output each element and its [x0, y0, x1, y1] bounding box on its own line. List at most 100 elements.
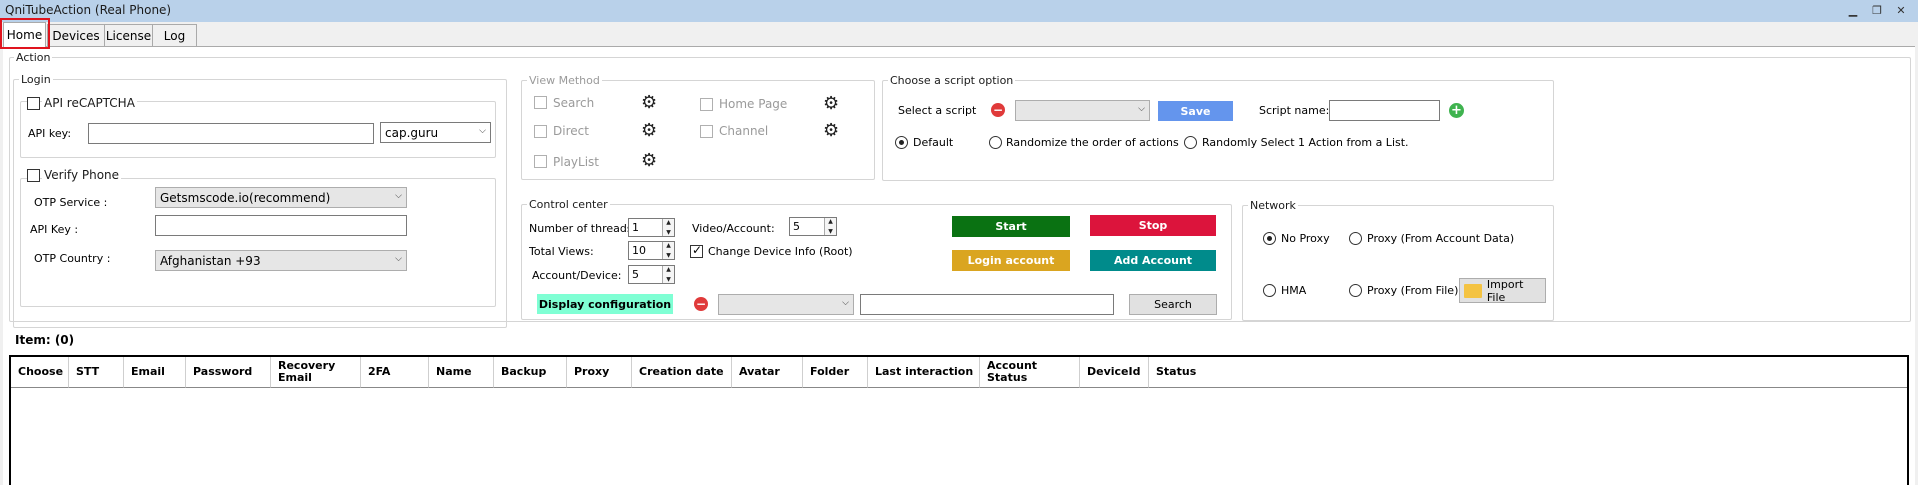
login-label: Login — [19, 73, 53, 86]
api-key-label: API key: — [28, 127, 72, 140]
account-device-spinner[interactable]: 5 ▲ ▼ — [628, 265, 675, 284]
search-method-label: Search — [553, 96, 595, 110]
otp-country-value: Afghanistan +93 — [160, 253, 261, 268]
control-center-label: Control center — [527, 198, 610, 211]
spinner-arrows-icon[interactable]: ▲ ▼ — [824, 218, 836, 235]
direct-checkbox[interactable] — [534, 125, 547, 138]
randomize-radio[interactable] — [989, 136, 1002, 149]
captcha-checkbox[interactable] — [27, 97, 40, 110]
verify-phone-label: Verify Phone — [42, 168, 122, 182]
video-account-label: Video/Account: — [692, 222, 775, 235]
chevron-down-icon: ⌵ — [479, 126, 486, 136]
column-header[interactable]: DeviceId — [1080, 357, 1149, 388]
default-label: Default — [913, 136, 954, 149]
spinner-arrows-icon[interactable]: ▲ ▼ — [662, 266, 674, 283]
change-device-checkbox[interactable] — [690, 243, 703, 258]
column-header[interactable]: Folder — [803, 357, 868, 388]
video-account-value: 5 — [793, 220, 800, 233]
otp-country-select[interactable]: Afghanistan +93 ⌵ — [155, 250, 407, 271]
folder-icon — [1464, 283, 1482, 298]
column-header[interactable]: Last interaction — [868, 357, 980, 388]
chevron-down-icon: ⌵ — [395, 191, 402, 201]
start-button[interactable]: Start — [952, 216, 1070, 237]
video-account-spinner[interactable]: 5 ▲ ▼ — [789, 217, 837, 236]
title-bar: QniTubeAction (Real Phone) ▁ ❐ ✕ — [0, 0, 1918, 22]
accounts-table[interactable]: Choose STT Email Password Recovery Email… — [9, 355, 1909, 485]
column-header[interactable]: Password — [186, 357, 271, 388]
stop-button[interactable]: Stop — [1090, 215, 1216, 236]
display-configuration-button[interactable]: Display configuration — [537, 294, 673, 314]
channel-checkbox[interactable] — [700, 125, 713, 138]
filter-select[interactable]: ⌵ — [718, 294, 854, 315]
login-account-button[interactable]: Login account — [952, 250, 1070, 271]
spinner-arrows-icon[interactable]: ▲ ▼ — [662, 242, 674, 259]
gear-icon[interactable]: ⚙ — [641, 122, 657, 140]
script-group — [882, 80, 1554, 181]
captcha-provider-value: cap.guru — [385, 125, 439, 140]
column-header[interactable]: Creation date — [632, 357, 732, 388]
home-page-checkbox[interactable] — [700, 98, 713, 111]
network-group — [1242, 205, 1554, 321]
remove-script-icon[interactable]: − — [991, 103, 1005, 117]
column-header[interactable]: Status — [1149, 357, 1907, 388]
captcha-label: API reCAPTCHA — [42, 96, 137, 110]
column-header[interactable]: Proxy — [567, 357, 632, 388]
no-proxy-radio[interactable] — [1263, 232, 1276, 245]
gear-icon[interactable]: ⚙ — [641, 152, 657, 170]
restore-icon[interactable]: ❐ — [1866, 2, 1888, 18]
search-button[interactable]: Search — [1129, 294, 1217, 315]
otp-service-value: Getsmscode.io(recommend) — [160, 190, 331, 205]
total-views-label: Total Views: — [529, 245, 594, 258]
add-script-icon[interactable]: + — [1449, 103, 1464, 118]
highlight-box — [0, 18, 50, 49]
proxy-account-radio[interactable] — [1349, 232, 1362, 245]
search-checkbox[interactable] — [534, 96, 547, 109]
otp-api-key-input[interactable] — [155, 215, 407, 236]
gear-icon[interactable]: ⚙ — [641, 94, 657, 112]
otp-service-select[interactable]: Getsmscode.io(recommend) ⌵ — [155, 187, 407, 208]
script-name-input[interactable] — [1329, 100, 1440, 121]
tab-license[interactable]: License — [104, 24, 153, 46]
verify-phone-checkbox[interactable] — [27, 169, 40, 182]
captcha-provider-select[interactable]: cap.guru ⌵ — [380, 122, 491, 143]
default-radio[interactable] — [895, 136, 908, 149]
proxy-file-label: Proxy (From File) — [1367, 284, 1459, 297]
threads-value: 1 — [632, 221, 639, 234]
api-key-input[interactable] — [88, 123, 374, 144]
column-header[interactable]: Email — [124, 357, 186, 388]
proxy-account-label: Proxy (From Account Data) — [1367, 232, 1515, 245]
column-header[interactable]: Account Status — [980, 357, 1080, 388]
otp-country-label: OTP Country : — [34, 252, 111, 265]
playlist-checkbox[interactable] — [534, 155, 547, 168]
column-header[interactable]: STT — [69, 357, 124, 388]
chevron-down-icon: ⌵ — [842, 298, 849, 308]
gear-icon[interactable]: ⚙ — [823, 95, 839, 113]
column-header[interactable]: Backup — [494, 357, 567, 388]
column-header[interactable]: Choose — [11, 357, 69, 388]
spinner-arrows-icon[interactable]: ▲ ▼ — [662, 219, 674, 236]
close-icon[interactable]: ✕ — [1890, 2, 1912, 18]
minimize-icon[interactable]: ▁ — [1842, 2, 1864, 18]
column-header[interactable]: Recovery Email — [271, 357, 361, 388]
threads-spinner[interactable]: 1 ▲ ▼ — [628, 218, 675, 237]
search-input[interactable] — [860, 294, 1114, 315]
hma-radio[interactable] — [1263, 284, 1276, 297]
proxy-file-radio[interactable] — [1349, 284, 1362, 297]
save-button[interactable]: Save — [1158, 101, 1233, 121]
add-account-button[interactable]: Add Account — [1090, 250, 1216, 271]
view-method-label: View Method — [527, 74, 602, 87]
tab-log[interactable]: Log — [152, 24, 197, 46]
otp-service-label: OTP Service : — [34, 196, 108, 209]
import-file-button[interactable]: Import File — [1459, 278, 1546, 304]
column-header[interactable]: 2FA — [361, 357, 429, 388]
random-one-radio[interactable] — [1184, 136, 1197, 149]
total-views-spinner[interactable]: 10 ▲ ▼ — [628, 241, 675, 260]
column-header[interactable]: Name — [429, 357, 494, 388]
change-device-label: Change Device Info (Root) — [708, 245, 853, 258]
gear-icon[interactable]: ⚙ — [823, 122, 839, 140]
column-header[interactable]: Avatar — [732, 357, 803, 388]
script-select[interactable]: ⌵ — [1015, 100, 1150, 121]
remove-filter-icon[interactable]: − — [694, 297, 708, 311]
tab-devices[interactable]: Devices — [47, 24, 105, 46]
channel-label: Channel — [719, 124, 769, 138]
